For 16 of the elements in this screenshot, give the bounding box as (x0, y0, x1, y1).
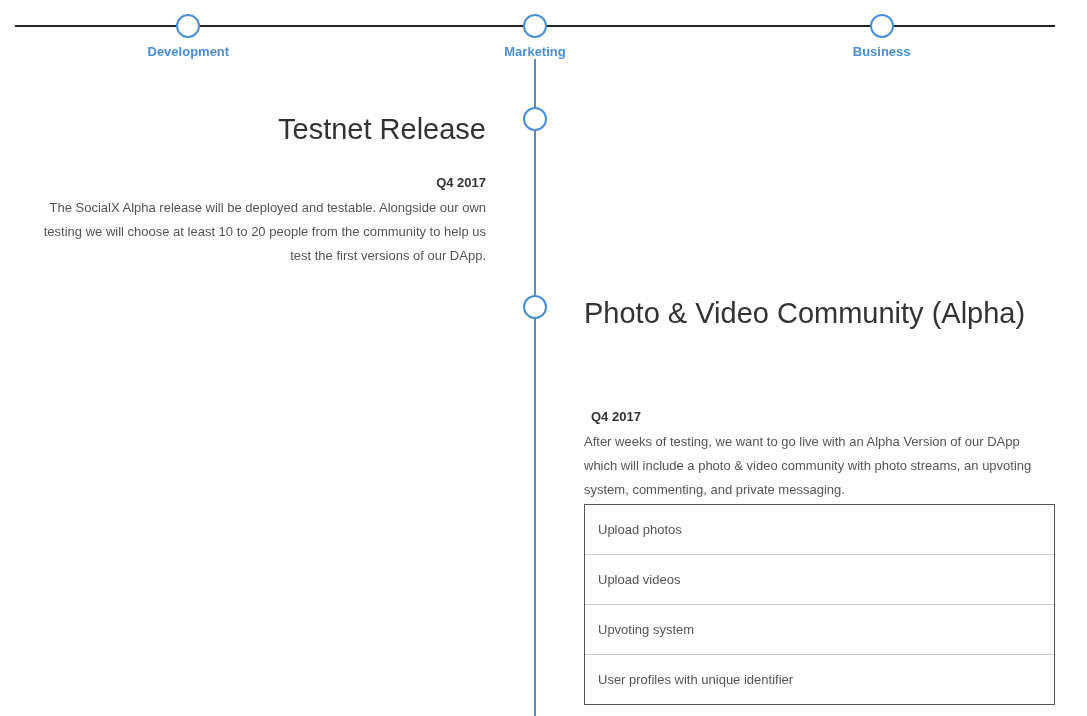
milestone-description: The SocialX Alpha release will be deployed and testable. Alongside our own testing we will choose at least 10 to 20 people from the community to help us test the first versions of our DApp. (42, 199, 486, 265)
milestone-title: Photo & Video Community (Alpha) (584, 296, 1027, 331)
milestone-date: Q4 2017 (590, 409, 642, 424)
feature-item: User profiles with unique identifier (585, 654, 1054, 704)
phase-tab[interactable]: Business (852, 44, 911, 59)
feature-item: Upload videos (585, 554, 1054, 604)
phase-tab[interactable]: Development (147, 44, 230, 59)
milestone-title: Testnet Release (277, 112, 486, 147)
feature-item: Upload photos (597, 521, 683, 539)
phase-tab[interactable]: Marketing (504, 44, 566, 59)
timeline-node-icon (869, 14, 894, 38)
milestone-description: After weeks of testing, we want to go live with an Alpha Version of our DApp which will include a photo & video community with photo streams, an upvoting system, commenting, and private messaging. (584, 433, 1033, 499)
milestone-date: Q4 2017 (435, 175, 486, 190)
timeline-node-icon (523, 14, 547, 38)
feature-item: Upvoting system (585, 604, 1054, 654)
timeline-node-icon (176, 14, 201, 38)
